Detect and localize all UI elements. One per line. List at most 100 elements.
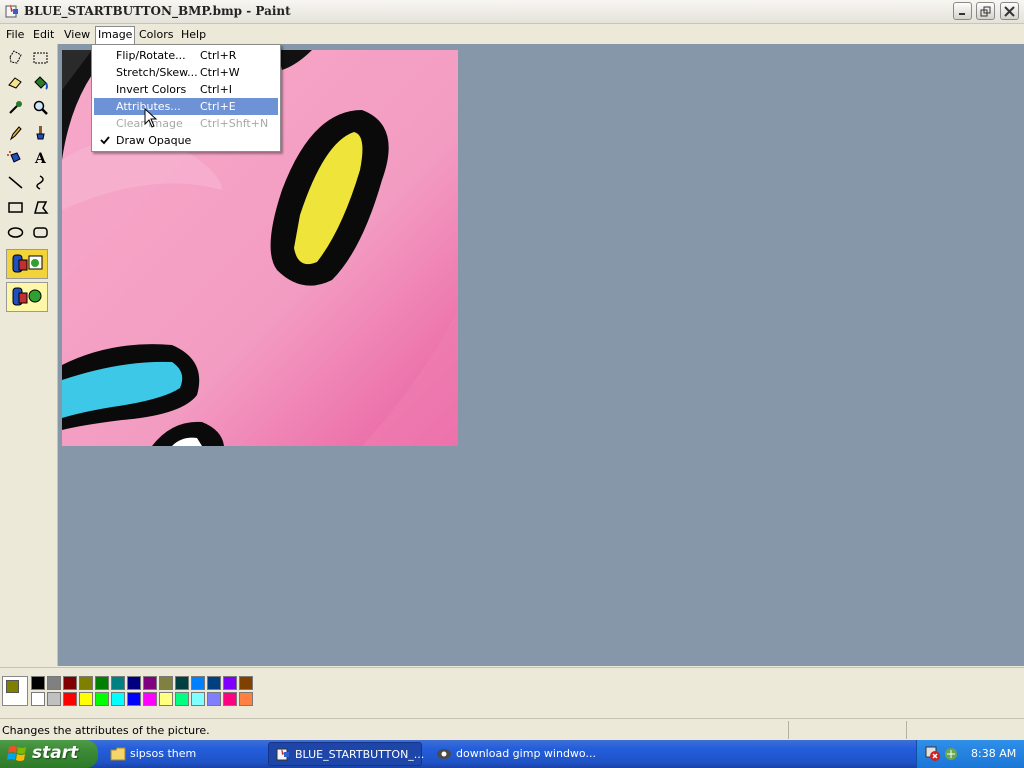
palette-swatch[interactable] [191,692,205,706]
menu-view[interactable]: View [62,27,92,42]
palette-swatch[interactable] [31,676,45,690]
menu-item-shortcut: Ctrl+E [200,100,236,113]
security-alert-icon[interactable] [925,746,941,762]
restore-button[interactable] [976,2,995,20]
restore-icon [980,6,991,17]
palette-swatch[interactable] [47,692,61,706]
tool-polygon[interactable] [29,196,52,219]
tool-eraser[interactable] [4,71,27,94]
tool-magnifier[interactable] [29,96,52,119]
windows-logo-icon [7,746,26,761]
menu-colors[interactable]: Colors [137,27,175,42]
eyedropper-icon [9,101,22,114]
taskbar-item-label: download gimp windwo... [456,747,596,760]
tool-curve[interactable] [29,171,52,194]
menu-item-attributes[interactable]: Attributes... Ctrl+E [94,98,278,115]
fill-bucket-icon [34,76,48,90]
menu-file[interactable]: File [4,27,26,42]
tool-line[interactable] [4,171,27,194]
tool-free-form-select[interactable] [4,46,27,69]
opaque-shapes-icon [12,254,43,273]
tool-fill[interactable] [29,71,52,94]
menu-item-shortcut: Ctrl+R [200,49,237,62]
network-icon[interactable] [943,746,959,762]
menu-item-clear-image: Clear Image Ctrl+Shft+N [94,115,278,132]
menu-item-shortcut: Ctrl+W [200,66,240,79]
palette-swatch[interactable] [127,692,141,706]
paint-app-icon [5,4,18,18]
current-colors[interactable] [2,676,28,706]
toolbox: A [0,44,58,666]
palette-swatch[interactable] [111,692,125,706]
menu-item-flip-rotate[interactable]: Flip/Rotate... Ctrl+R [94,47,278,64]
status-divider [906,721,907,739]
tool-pick-color[interactable] [4,96,27,119]
opaque-mode-option[interactable] [6,249,48,279]
transparent-shapes-icon [12,287,42,306]
menu-image[interactable]: Image [95,26,136,44]
tool-rounded-rectangle[interactable] [29,221,52,244]
menu-item-stretch-skew[interactable]: Stretch/Skew... Ctrl+W [94,64,278,81]
taskbar: start sipsos them BLUE_STARTBUTTON_... d… [0,740,1024,768]
taskbar-item-folder[interactable]: sipsos them [104,742,264,766]
palette-swatch[interactable] [175,676,189,690]
palette-swatch[interactable] [143,676,157,690]
magnifier-icon [33,100,48,115]
palette-swatch[interactable] [79,676,93,690]
tool-ellipse[interactable] [4,221,27,244]
menu-bar: File Edit View Image Colors Help [0,24,1024,44]
tool-pencil[interactable] [4,121,27,144]
palette-swatch[interactable] [31,692,45,706]
palette-swatch[interactable] [111,676,125,690]
palette-swatch[interactable] [47,676,61,690]
tool-airbrush[interactable] [4,146,27,169]
palette-swatch[interactable] [175,692,189,706]
taskbar-item-label: BLUE_STARTBUTTON_... [295,748,425,761]
menu-help[interactable]: Help [179,27,208,42]
menu-item-invert-colors[interactable]: Invert Colors Ctrl+I [94,81,278,98]
tool-brush[interactable] [29,121,52,144]
paint-icon [276,747,289,761]
palette-swatch[interactable] [207,676,221,690]
curve-icon [36,175,44,190]
palette-swatch[interactable] [127,676,141,690]
palette-swatch[interactable] [159,676,173,690]
palette-swatch[interactable] [63,676,77,690]
free-form-select-icon [9,50,22,64]
palette-swatch[interactable] [207,692,221,706]
palette-swatch[interactable] [79,692,93,706]
palette-swatch[interactable] [159,692,173,706]
menu-item-label: Stretch/Skew... [116,66,198,79]
tool-rectangle[interactable] [4,196,27,219]
palette-swatch[interactable] [239,692,253,706]
palette-swatch[interactable] [95,676,109,690]
transparent-mode-option[interactable] [6,282,48,312]
close-icon [1004,6,1015,17]
palette-swatch[interactable] [191,676,205,690]
folder-icon [110,747,126,761]
palette-swatch[interactable] [239,676,253,690]
palette-swatch[interactable] [223,676,237,690]
tool-text[interactable]: A [29,146,52,169]
menu-item-label: Flip/Rotate... [116,49,186,62]
palette-swatch[interactable] [95,692,109,706]
tool-select[interactable] [29,46,52,69]
palette-swatch[interactable] [63,692,77,706]
eraser-icon [8,77,22,89]
menu-item-label: Draw Opaque [116,134,192,147]
menu-item-draw-opaque[interactable]: Draw Opaque [94,132,278,149]
mouse-pointer-icon [144,108,158,128]
palette-swatch[interactable] [143,692,157,706]
text-icon: A [34,151,47,166]
minimize-button[interactable] [953,2,972,20]
palette-swatch[interactable] [223,692,237,706]
foreground-color [6,680,19,693]
taskbar-item-browser[interactable]: download gimp windwo... [430,742,596,766]
taskbar-item-paint[interactable]: BLUE_STARTBUTTON_... [268,742,425,766]
clock: 8:38 AM [971,747,1017,760]
menu-edit[interactable]: Edit [31,27,56,42]
color-palette [0,667,1024,718]
rectangle-icon [8,202,23,213]
start-button[interactable]: start [0,740,98,768]
close-button[interactable] [1000,2,1019,20]
